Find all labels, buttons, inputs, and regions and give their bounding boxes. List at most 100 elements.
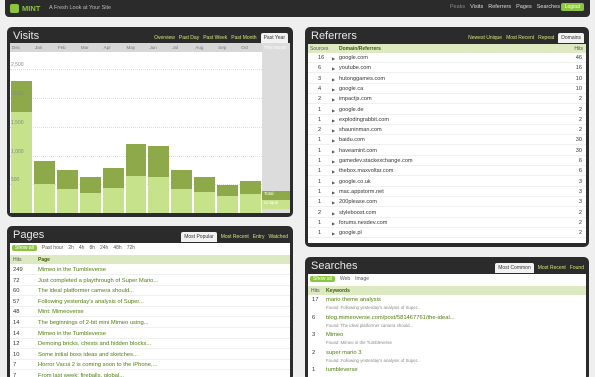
- referrer-row[interactable]: 1 ▶ gamedev.stackexchange.com 6: [308, 157, 586, 166]
- page-row[interactable]: 60 The ideal platformer camera should...: [10, 286, 290, 297]
- page-link[interactable]: Just completed a playthrough of Super Ma…: [38, 278, 158, 284]
- referrer-row[interactable]: 1 ▶ thebox.maxvoltar.com 6: [308, 167, 586, 177]
- found-page[interactable]: Following yesterday's analysis of Super.…: [340, 358, 420, 363]
- nav-pages[interactable]: Pages: [516, 4, 532, 10]
- filter-48h[interactable]: 48h: [113, 245, 121, 251]
- filter-24h[interactable]: 24h: [100, 245, 108, 251]
- tab-past-year[interactable]: Past Year: [260, 33, 288, 43]
- expand-triangle-icon[interactable]: ▶: [332, 108, 335, 113]
- referrer-domain[interactable]: google.com: [339, 55, 368, 61]
- page-link[interactable]: Mint: Mimeoverse: [38, 309, 84, 315]
- nav-peaks[interactable]: Peaks: [450, 4, 465, 10]
- nav-searches[interactable]: Searches: [537, 4, 560, 10]
- found-page[interactable]: The ideal platformer camera should...: [340, 323, 413, 328]
- page-row[interactable]: 12 Demoing bricks, chests and hidden bloc…: [10, 339, 290, 350]
- tab-domains[interactable]: Domains: [558, 33, 584, 43]
- expand-triangle-icon[interactable]: ▶: [332, 138, 335, 143]
- tab-newest-unique[interactable]: Newest Unique: [468, 35, 502, 41]
- referrer-domain[interactable]: explodingrabbit.com: [339, 117, 389, 123]
- page-link[interactable]: Horror Vacui 2 is coming soon to the iPh…: [38, 362, 157, 368]
- expand-triangle-icon[interactable]: ▶: [332, 211, 335, 216]
- referrer-row[interactable]: 3 ▶ hutonggames.com 10: [308, 75, 586, 84]
- referrer-row[interactable]: 1 ▶ google.co.uk 3: [308, 178, 586, 187]
- page-row[interactable]: 14 The beginnings of 2-bit mini Mimeo usi…: [10, 318, 290, 328]
- tab-pages-most-recent[interactable]: Most Recent: [221, 234, 249, 240]
- referrer-row[interactable]: 4 ▶ google.ca 10: [308, 85, 586, 94]
- referrer-row[interactable]: 1 ▶ google.de 2: [308, 106, 586, 115]
- expand-triangle-icon[interactable]: ▶: [332, 159, 335, 164]
- page-row[interactable]: 7 Horror Vacui 2 is coming soon to the iP…: [10, 360, 290, 371]
- expand-triangle-icon[interactable]: ▶: [332, 200, 335, 205]
- referrer-domain[interactable]: baidu.com: [339, 137, 365, 143]
- logout-button[interactable]: Logout: [560, 3, 584, 11]
- page-link[interactable]: Demoing bricks, chests and hidden blocks…: [38, 341, 151, 347]
- filter-2h[interactable]: 2h: [68, 245, 74, 251]
- tab-past-week[interactable]: Past Week: [203, 35, 227, 41]
- filter-past-hour[interactable]: Past hour: [42, 245, 63, 251]
- filter-show-all[interactable]: Show all: [12, 245, 37, 251]
- referrer-domain[interactable]: youtube.com: [339, 65, 371, 71]
- expand-triangle-icon[interactable]: ▶: [332, 56, 335, 61]
- tab-watched[interactable]: Watched: [268, 234, 288, 240]
- referrer-row[interactable]: 1 ▶ google.pl 2: [308, 229, 586, 239]
- page-link[interactable]: Some initial boss ideas and sketches...: [38, 352, 138, 358]
- search-keyword[interactable]: blog.mimeoverse.com/post/581467761/the-i…: [326, 315, 455, 321]
- search-keyword[interactable]: tumbleverse: [326, 367, 358, 373]
- expand-triangle-icon[interactable]: ▶: [332, 180, 335, 185]
- search-filter-show-all[interactable]: Show all: [310, 276, 335, 282]
- page-link[interactable]: The beginnings of 2-bit mini Mimeo using…: [38, 320, 149, 326]
- tab-most-recent[interactable]: Most Recent: [506, 35, 534, 41]
- page-row[interactable]: 249 Mimeo in the Tumbleverse: [10, 265, 290, 275]
- expand-triangle-icon[interactable]: ▶: [332, 77, 335, 82]
- referrer-row[interactable]: 1 ▶ haveamint.com 30: [308, 147, 586, 156]
- page-link[interactable]: Mimeo in the Tumbleverse: [38, 331, 106, 337]
- referrer-domain[interactable]: haveamint.com: [339, 148, 377, 154]
- search-filter-web[interactable]: Web: [340, 276, 350, 282]
- filter-8h[interactable]: 8h: [89, 245, 95, 251]
- page-row[interactable]: 7 From last week: fireballs, global...: [10, 371, 290, 377]
- expand-triangle-icon[interactable]: ▶: [332, 97, 335, 102]
- page-row[interactable]: 57 Following yesterday's analysis of Supe…: [10, 297, 290, 307]
- page-link[interactable]: The ideal platformer camera should...: [38, 288, 134, 294]
- referrer-row[interactable]: 2 ▶ styleboost.com 2: [308, 209, 586, 218]
- filter-4h[interactable]: 4h: [79, 245, 85, 251]
- expand-triangle-icon[interactable]: ▶: [332, 190, 335, 195]
- search-keyword[interactable]: mario theme analysis: [326, 297, 381, 303]
- page-link[interactable]: From last week: fireballs, global...: [38, 373, 124, 377]
- expand-triangle-icon[interactable]: ▶: [332, 66, 335, 71]
- expand-triangle-icon[interactable]: ▶: [332, 149, 335, 154]
- referrer-domain[interactable]: 200please.com: [339, 199, 377, 205]
- referrer-domain[interactable]: google.de: [339, 107, 364, 113]
- page-row[interactable]: 72 Just completed a playthrough of Super …: [10, 276, 290, 286]
- search-row[interactable]: 2 super mario 3 Found Following yesterday's…: [308, 349, 586, 366]
- page-link[interactable]: Following yesterday's analysis of Super.…: [38, 299, 144, 305]
- expand-triangle-icon[interactable]: ▶: [332, 87, 335, 92]
- tab-entry[interactable]: Entry: [253, 234, 265, 240]
- tab-found[interactable]: Found: [570, 265, 584, 271]
- referrer-row[interactable]: 2 ▶ impactjs.com 2: [308, 95, 586, 105]
- found-page[interactable]: Following yesterday's analysis of Super.…: [340, 305, 420, 310]
- tab-past-month[interactable]: Past Month: [231, 35, 256, 41]
- search-row[interactable]: 17 mario theme analysis Found Following yes…: [308, 296, 586, 313]
- search-row[interactable]: 6 blog.mimeoverse.com/post/581467761/the-…: [308, 314, 586, 331]
- tab-repeat[interactable]: Repeat: [538, 35, 554, 41]
- expand-triangle-icon[interactable]: ▶: [332, 118, 335, 123]
- search-keyword[interactable]: super mario 3: [326, 350, 361, 356]
- nav-referrers[interactable]: Referrers: [488, 4, 511, 10]
- filter-72h[interactable]: 72h: [127, 245, 135, 251]
- page-row[interactable]: 48 Mint: Mimeoverse: [10, 307, 290, 318]
- referrer-domain[interactable]: styleboost.com: [339, 210, 376, 216]
- referrer-row[interactable]: 1 ▶ forums.nesdev.com 2: [308, 219, 586, 228]
- referrer-row[interactable]: 6 ▶ youtube.com 16: [308, 64, 586, 74]
- referrer-row[interactable]: 1 ▶ 200please.com 3: [308, 198, 586, 208]
- referrer-row[interactable]: 1 ▶ explodingrabbit.com 2: [308, 116, 586, 125]
- expand-triangle-icon[interactable]: ▶: [332, 169, 335, 174]
- page-row[interactable]: 10 Some initial boss ideas and sketches..…: [10, 350, 290, 360]
- referrer-domain[interactable]: google.pl: [339, 230, 362, 236]
- referrer-domain[interactable]: gamedev.stackexchange.com: [339, 158, 413, 164]
- referrer-domain[interactable]: forums.nesdev.com: [339, 220, 387, 226]
- referrer-domain[interactable]: thebox.maxvoltar.com: [339, 168, 393, 174]
- expand-triangle-icon[interactable]: ▶: [332, 128, 335, 133]
- tab-overview[interactable]: Overview: [154, 35, 175, 41]
- page-link[interactable]: Mimeo in the Tumbleverse: [38, 267, 106, 273]
